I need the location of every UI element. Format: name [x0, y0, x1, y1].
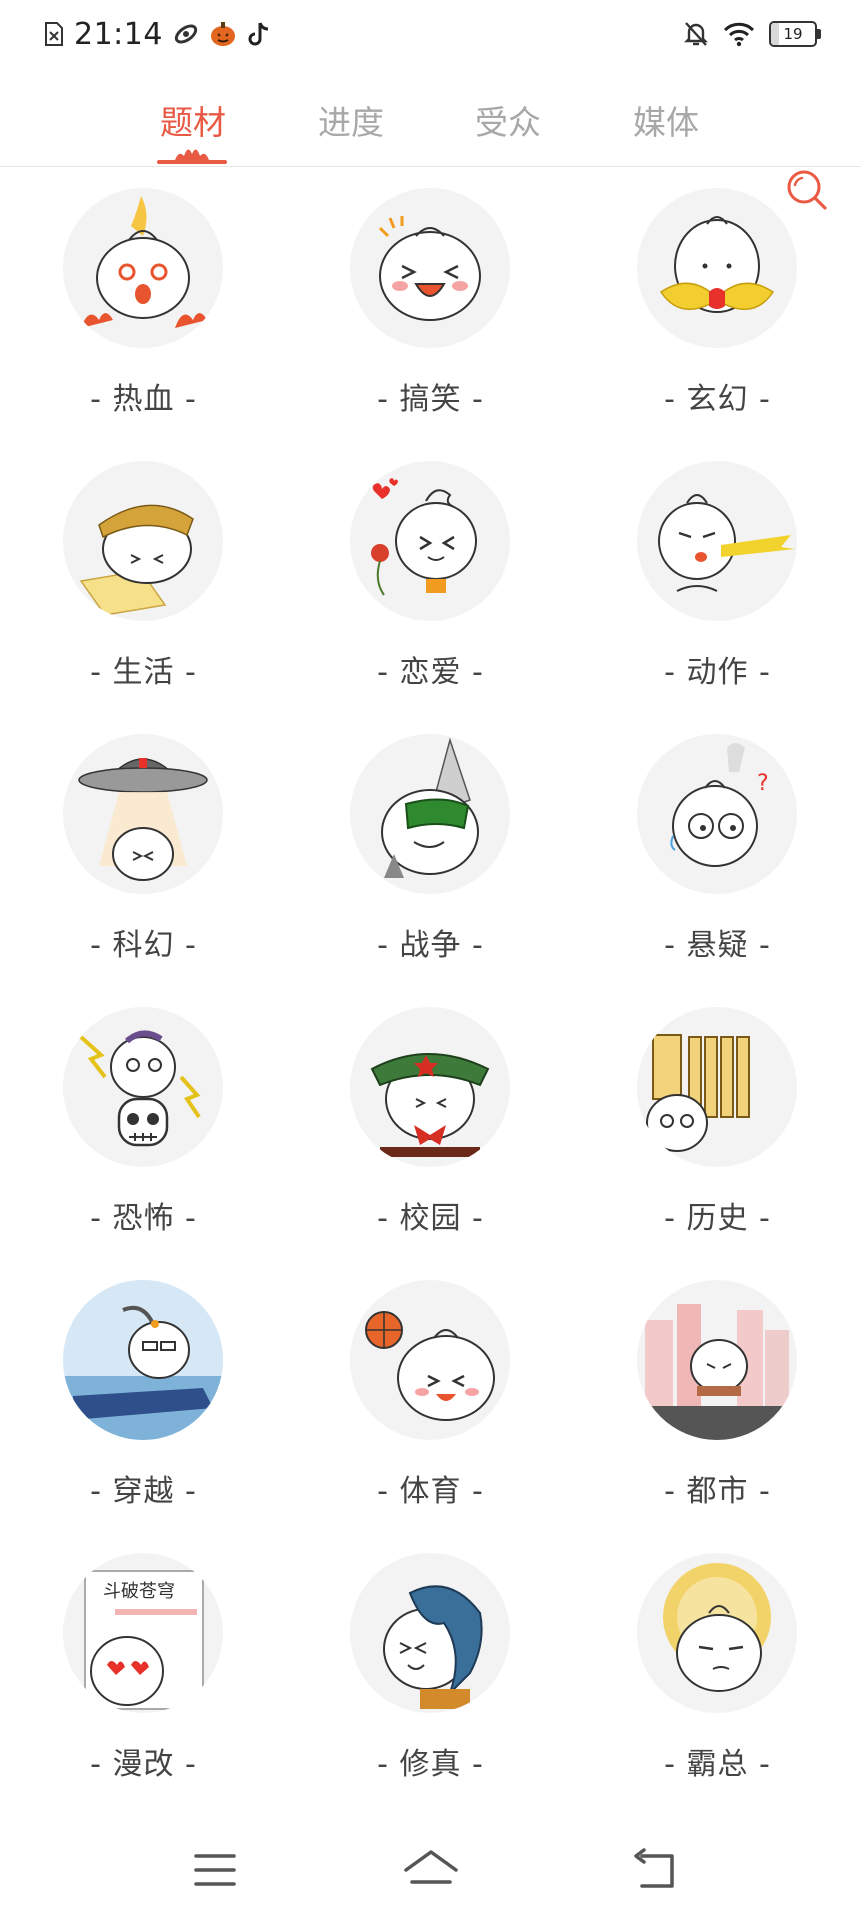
category-romance[interactable]: - 恋爱 - — [287, 441, 574, 714]
love-bun-icon — [350, 461, 510, 621]
category-label: - 历史 - — [664, 1201, 771, 1236]
category-sports[interactable]: - 体育 - — [287, 1260, 574, 1533]
category-war[interactable]: - 战争 - — [287, 714, 574, 987]
cultivation-bun-icon — [350, 1553, 510, 1713]
time-travel-bun-icon — [63, 1280, 223, 1440]
category-hotblood[interactable]: - 热血 - — [0, 168, 287, 441]
tab-audience[interactable]: 受众 — [453, 96, 563, 144]
category-cultivation[interactable]: - 修真 - — [287, 1533, 574, 1806]
status-bar-left: 21:14 — [44, 14, 271, 54]
fire-bun-icon — [63, 188, 223, 348]
category-history[interactable]: - 历史 - — [574, 987, 861, 1260]
sports-bun-icon — [350, 1280, 510, 1440]
category-label: - 动作 - — [664, 655, 771, 690]
category-horror[interactable]: - 恐怖 - — [0, 987, 287, 1260]
horror-bun-icon — [63, 1007, 223, 1167]
back-icon[interactable] — [622, 1840, 692, 1900]
category-city[interactable]: - 都市 - — [574, 1260, 861, 1533]
category-adaptation[interactable]: 斗破苍穹 - 漫改 - — [0, 1533, 287, 1806]
city-bun-icon — [637, 1280, 797, 1440]
category-label: - 恋爱 - — [377, 655, 484, 690]
category-tab-bar: 题材 进度 受众 媒体 — [0, 70, 861, 210]
category-campus[interactable]: - 校园 - — [287, 987, 574, 1260]
active-tab-indicator — [157, 149, 227, 164]
system-nav-bar — [0, 1830, 861, 1920]
category-fantasy[interactable]: - 玄幻 - — [574, 168, 861, 441]
pumpkin-app-icon — [210, 22, 235, 46]
mystery-bun-icon: ? — [637, 734, 797, 894]
campus-bun-icon — [350, 1007, 510, 1167]
category-mystery[interactable]: ? - 悬疑 - — [574, 714, 861, 987]
action-bun-icon — [637, 461, 797, 621]
ufo-bun-icon — [63, 734, 223, 894]
wifi-icon — [723, 22, 755, 47]
swirl-app-icon — [174, 24, 198, 44]
category-label: - 悬疑 - — [664, 928, 771, 963]
category-label: - 穿越 - — [90, 1474, 197, 1509]
tab-theme[interactable]: 题材 — [138, 96, 248, 144]
laughing-bun-icon — [350, 188, 510, 348]
category-label: - 科幻 - — [90, 928, 197, 963]
svg-text:?: ? — [757, 771, 769, 796]
battery-icon: 19 — [769, 21, 821, 47]
clock: 21:14 — [74, 16, 163, 52]
category-label: - 玄幻 - — [664, 382, 771, 417]
category-label: - 搞笑 - — [377, 382, 484, 417]
svg-text:斗破苍穹: 斗破苍穹 — [103, 1581, 175, 1602]
tab-media[interactable]: 媒体 — [611, 96, 721, 144]
category-label: - 战争 - — [377, 928, 484, 963]
category-scifi[interactable]: - 科幻 - — [0, 714, 287, 987]
ceo-bun-icon — [637, 1553, 797, 1713]
sim-error-icon — [45, 22, 63, 46]
menu-icon[interactable] — [180, 1840, 250, 1900]
category-funny[interactable]: - 搞笑 - — [287, 168, 574, 441]
category-label: - 校园 - — [377, 1201, 484, 1236]
category-label: - 都市 - — [664, 1474, 771, 1509]
category-action[interactable]: - 动作 - — [574, 441, 861, 714]
status-bar: 21:14 19 — [0, 0, 861, 70]
category-label: - 霸总 - — [664, 1747, 771, 1782]
status-bar-right: 19 — [683, 14, 821, 54]
history-bun-icon — [637, 1007, 797, 1167]
category-label: - 漫改 - — [90, 1747, 197, 1782]
battery-level: 19 — [783, 25, 803, 43]
category-label: - 修真 - — [377, 1747, 484, 1782]
category-label: - 热血 - — [90, 382, 197, 417]
home-icon[interactable] — [396, 1840, 466, 1900]
tiktok-icon — [248, 22, 269, 46]
life-bun-icon — [63, 461, 223, 621]
category-time-travel[interactable]: - 穿越 - — [0, 1260, 287, 1533]
category-label: - 生活 - — [90, 655, 197, 690]
tab-progress[interactable]: 进度 — [296, 96, 406, 144]
category-ceo[interactable]: - 霸总 - — [574, 1533, 861, 1806]
adaptation-bun-icon: 斗破苍穹 — [63, 1553, 223, 1713]
war-bun-icon — [350, 734, 510, 894]
category-label: - 恐怖 - — [90, 1201, 197, 1236]
category-life[interactable]: - 生活 - — [0, 441, 287, 714]
fantasy-bun-icon — [637, 188, 797, 348]
category-label: - 体育 - — [377, 1474, 484, 1509]
mute-bell-icon — [684, 22, 708, 46]
